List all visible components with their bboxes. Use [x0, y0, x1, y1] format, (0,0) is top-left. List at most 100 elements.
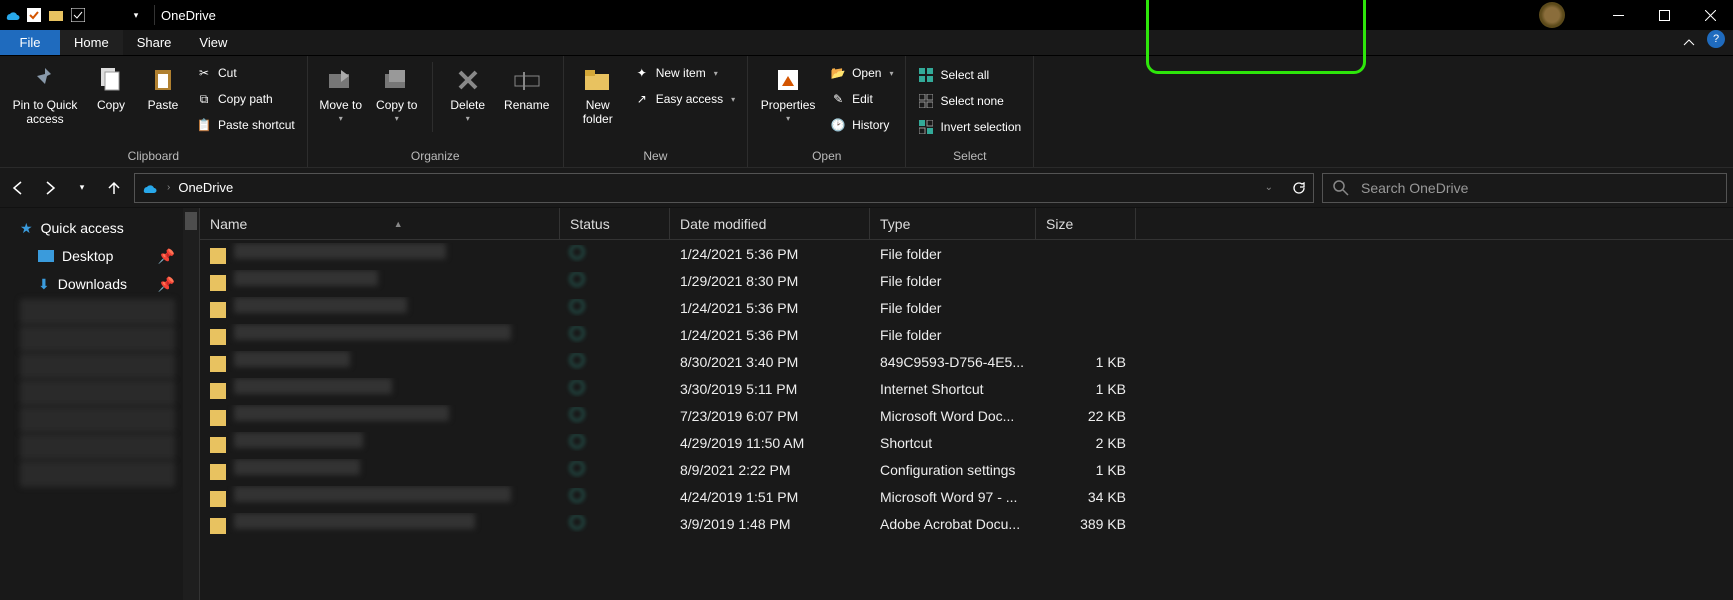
sidebar-item-blurred[interactable] [20, 434, 175, 460]
up-button[interactable] [102, 176, 126, 200]
file-row[interactable]: 1/29/2021 8:30 PMFile folder [200, 267, 1733, 294]
user-avatar[interactable] [1539, 2, 1565, 28]
file-row[interactable]: 7/23/2019 6:07 PMMicrosoft Word Doc...22… [200, 402, 1733, 429]
cut-button[interactable]: ✂Cut [192, 62, 299, 84]
pin-icon: 📌 [158, 248, 175, 265]
file-size: 1 KB [1036, 354, 1136, 370]
tab-share[interactable]: Share [123, 30, 186, 55]
file-row[interactable]: 1/24/2021 5:36 PMFile folder [200, 321, 1733, 348]
qat-folder-icon[interactable] [48, 7, 64, 23]
chevron-right-icon[interactable]: › [167, 182, 170, 193]
file-row[interactable]: 3/9/2019 1:48 PMAdobe Acrobat Docu...389… [200, 510, 1733, 537]
sidebar-item-blurred[interactable] [20, 299, 175, 325]
group-new: New folder ✦New item▾ ↗Easy access▾ New [564, 56, 748, 167]
forward-button[interactable] [38, 176, 62, 200]
file-name-blurred [234, 405, 449, 421]
header-date[interactable]: Date modified [670, 208, 870, 239]
status-icon [570, 461, 584, 475]
copy-button[interactable]: Copy [88, 58, 134, 112]
copy-to-button[interactable]: Copy to▾ [372, 58, 422, 123]
sidebar-desktop[interactable]: Desktop 📌 [0, 242, 199, 270]
file-type: 849C9593-D756-4E5... [870, 354, 1036, 370]
group-label: Select [914, 147, 1025, 167]
sidebar-quick-access[interactable]: ★ Quick access [0, 214, 199, 242]
tab-home[interactable]: Home [60, 30, 123, 55]
edit-button[interactable]: ✎Edit [826, 88, 897, 110]
sidebar-downloads[interactable]: ⬇ Downloads 📌 [0, 270, 199, 298]
sidebar-item-blurred[interactable] [20, 326, 175, 352]
content-area: ★ Quick access Desktop 📌 ⬇ Downloads 📌 N… [0, 208, 1733, 600]
new-folder-button[interactable]: New folder [572, 58, 624, 126]
file-row[interactable]: 4/29/2019 11:50 AMShortcut2 KB [200, 429, 1733, 456]
cut-icon: ✂ [196, 65, 212, 81]
recent-dropdown-icon[interactable]: ▾ [70, 176, 94, 200]
file-row[interactable]: 4/24/2019 1:51 PMMicrosoft Word 97 - ...… [200, 483, 1733, 510]
history-button[interactable]: 🕑History [826, 114, 897, 136]
properties-button[interactable]: Properties▾ [756, 58, 820, 123]
header-status[interactable]: Status [560, 208, 670, 239]
group-open: Properties▾ 📂Open▾ ✎Edit 🕑History Open [748, 56, 906, 167]
rename-button[interactable]: Rename [499, 58, 555, 112]
file-size: 1 KB [1036, 462, 1136, 478]
file-date: 3/30/2019 5:11 PM [670, 381, 870, 397]
file-icon [210, 329, 226, 345]
address-bar[interactable]: › OneDrive ⌄ [134, 173, 1314, 203]
status-icon [570, 299, 584, 313]
minimize-button[interactable] [1595, 0, 1641, 30]
help-icon[interactable]: ? [1707, 30, 1725, 48]
new-item-button[interactable]: ✦New item▾ [630, 62, 739, 84]
easy-access-button[interactable]: ↗Easy access▾ [630, 88, 739, 110]
file-date: 7/23/2019 6:07 PM [670, 408, 870, 424]
onedrive-cloud-icon [141, 179, 159, 197]
refresh-button[interactable] [1291, 180, 1307, 196]
download-icon: ⬇ [38, 276, 50, 293]
qat-dropdown-icon[interactable]: ▾ [128, 7, 144, 23]
pin-icon [29, 64, 61, 96]
status-icon [570, 515, 584, 529]
navigation-bar: ▾ › OneDrive ⌄ Search OneDrive [0, 168, 1733, 208]
status-icon [570, 326, 584, 340]
close-button[interactable] [1687, 0, 1733, 30]
file-row[interactable]: 1/24/2021 5:36 PMFile folder [200, 294, 1733, 321]
tab-file[interactable]: File [0, 30, 60, 55]
header-name[interactable]: Name▲ [200, 208, 560, 239]
tab-view[interactable]: View [185, 30, 241, 55]
file-row[interactable]: 1/24/2021 5:36 PMFile folder [200, 240, 1733, 267]
header-type[interactable]: Type [870, 208, 1036, 239]
status-icon [570, 353, 584, 367]
paste-button[interactable]: Paste [140, 58, 186, 112]
header-size[interactable]: Size [1036, 208, 1136, 239]
qat-checkbox-icon[interactable] [70, 7, 86, 23]
status-icon [570, 488, 584, 502]
sidebar-item-blurred[interactable] [20, 461, 175, 487]
sidebar-item-blurred[interactable] [20, 407, 175, 433]
select-all-button[interactable]: Select all [914, 64, 1025, 86]
select-all-icon [918, 67, 934, 83]
qat-save-icon[interactable] [26, 7, 42, 23]
pin-to-quick-access-button[interactable]: Pin to Quick access [8, 58, 82, 126]
back-button[interactable] [6, 176, 30, 200]
group-organize: Move to▾ Copy to▾ Delete▾ Rename Organiz… [308, 56, 564, 167]
file-row[interactable]: 8/30/2021 3:40 PM849C9593-D756-4E5...1 K… [200, 348, 1733, 375]
copy-path-button[interactable]: ⧉Copy path [192, 88, 299, 110]
file-row[interactable]: 8/9/2021 2:22 PMConfiguration settings1 … [200, 456, 1733, 483]
file-type: File folder [870, 300, 1036, 316]
address-dropdown-icon[interactable]: ⌄ [1265, 182, 1273, 193]
select-none-button[interactable]: Select none [914, 90, 1025, 112]
properties-icon [772, 64, 804, 96]
paste-shortcut-button[interactable]: 📋Paste shortcut [192, 114, 299, 136]
open-button[interactable]: 📂Open▾ [826, 62, 897, 84]
sidebar-item-blurred[interactable] [20, 353, 175, 379]
file-icon [210, 275, 226, 291]
invert-selection-button[interactable]: Invert selection [914, 116, 1025, 138]
search-box[interactable]: Search OneDrive [1322, 173, 1727, 203]
file-icon [210, 356, 226, 372]
sidebar-item-blurred[interactable] [20, 380, 175, 406]
maximize-button[interactable] [1641, 0, 1687, 30]
file-name-blurred [234, 270, 378, 286]
move-to-button[interactable]: Move to▾ [316, 58, 366, 123]
collapse-ribbon-icon[interactable] [1675, 30, 1703, 55]
delete-button[interactable]: Delete▾ [443, 58, 493, 123]
file-row[interactable]: 3/30/2019 5:11 PMInternet Shortcut1 KB [200, 375, 1733, 402]
sidebar-scrollbar[interactable] [183, 208, 199, 600]
